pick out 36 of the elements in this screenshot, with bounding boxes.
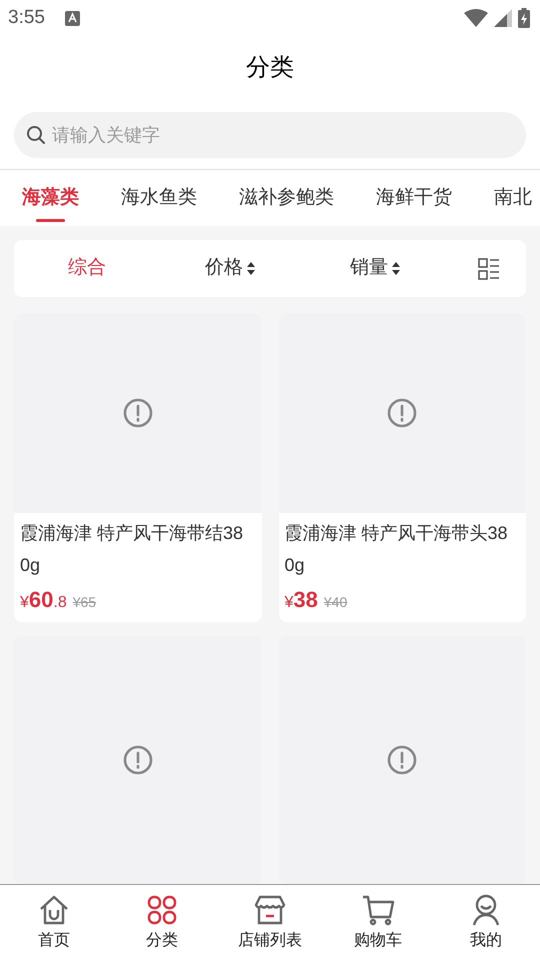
signal-icon xyxy=(494,9,512,27)
list-view-icon[interactable] xyxy=(478,258,500,280)
sort-option[interactable]: 价格 xyxy=(160,254,300,283)
nav-tab[interactable]: 分类 xyxy=(108,885,216,960)
product-title: 霞浦海津 特产风干海带头380g xyxy=(284,522,509,577)
original-price: ¥65 xyxy=(72,593,96,612)
page-title: 分类 xyxy=(246,53,294,83)
keyboard-notification-icon xyxy=(64,10,80,26)
sort-option[interactable]: 销量 xyxy=(300,254,450,283)
nav-tab[interactable]: 我的 xyxy=(432,885,540,960)
alert-icon xyxy=(122,397,154,429)
search-icon xyxy=(26,125,46,145)
price: ¥38 xyxy=(284,586,318,614)
sort-arrows-icon xyxy=(247,262,255,275)
alert-icon xyxy=(122,744,154,776)
nav-tab[interactable]: 购物车 xyxy=(324,885,432,960)
category-tab[interactable]: 海水鱼类 xyxy=(121,170,197,226)
alert-icon xyxy=(386,744,418,776)
nav-tab[interactable]: 店铺列表 xyxy=(216,885,324,960)
alert-icon xyxy=(386,397,418,429)
nav-tab[interactable]: 首页 xyxy=(0,885,108,960)
wifi-icon xyxy=(464,9,488,27)
category-tab[interactable]: 南北 xyxy=(494,170,532,226)
category-tab[interactable]: 滋补参鲍类 xyxy=(239,170,334,226)
category-tab[interactable]: 海藻类 xyxy=(22,170,79,226)
product-card[interactable]: 霞浦海津 特产风干海带结380g ¥60.8 ¥65 xyxy=(14,313,262,622)
category-tab[interactable]: 海鲜干货 xyxy=(376,170,452,226)
battery-icon xyxy=(518,8,530,28)
search-field[interactable]: 请输入关键字 xyxy=(14,112,526,158)
status-time: 3:55 xyxy=(8,6,45,30)
sort-arrows-icon xyxy=(392,262,400,275)
original-price: ¥40 xyxy=(324,593,348,612)
product-card[interactable]: 霞浦海津 特产风干海带头380g ¥38 ¥40 xyxy=(278,313,526,622)
product-title: 霞浦海津 特产风干海带结380g xyxy=(20,522,244,577)
sort-option[interactable]: 综合 xyxy=(14,254,160,283)
price: ¥60.8 xyxy=(20,586,67,614)
